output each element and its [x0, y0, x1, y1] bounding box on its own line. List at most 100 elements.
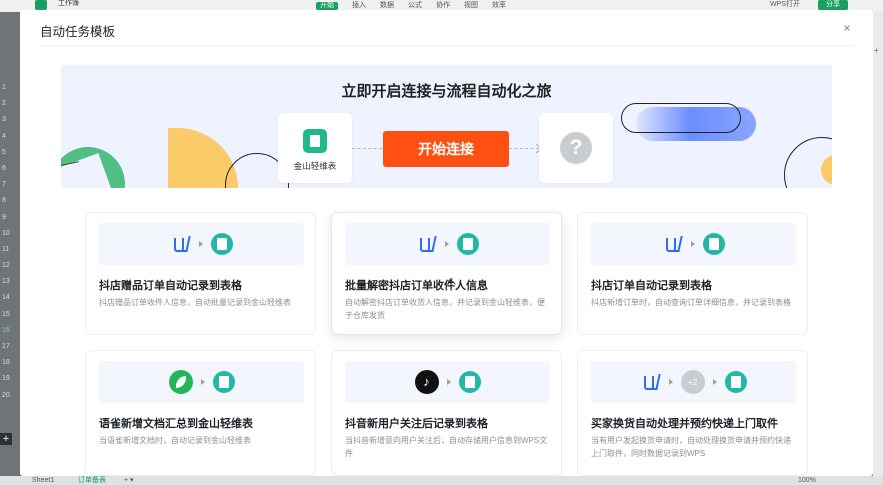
row-number: 16 [2, 326, 10, 334]
modal-header: 自动任务模板 × [20, 10, 873, 46]
row-number: 19 [2, 375, 10, 383]
connector-arrow [509, 148, 539, 149]
card-title: 批量解密抖店订单收件人信息 [345, 280, 488, 292]
menu-item-data[interactable]: 数据 [380, 2, 394, 10]
row-number: 20 [2, 391, 10, 399]
promo-banner: 立即开启连接与流程自动化之旅 金山轻维表 开始连接 ? [61, 65, 832, 188]
card-description: 当有用户发起换货申请时，自动处理换货申请并预约快递上门取件，同时数据记录到WPS [591, 436, 791, 458]
menu-item-formula[interactable]: 公式 [408, 2, 422, 10]
template-card-douyin-gift[interactable]: 抖店赠品订单自动记录到表格 抖店赠品订单收件人信息，自动批量记录到金山轻维表 [85, 212, 316, 335]
menu-item-home[interactable]: 开始 [316, 2, 338, 10]
target-app-node: ? [539, 113, 613, 183]
share-button[interactable]: 分享 [818, 0, 848, 10]
card-flow-area: +2 [591, 361, 796, 403]
card-description: 当抖音新增意向用户关注后，自动存储用户信息到WPS文件 [345, 436, 548, 458]
row-number: 14 [2, 294, 10, 302]
ribbon-menu: 开始 插入 数据 公式 协作 视图 效率 [316, 2, 506, 10]
template-card-exchange-pickup[interactable]: +2 买家换货自动处理并预约快递上门取件 当有用户发起换货申请时，自动处理换货申… [577, 350, 808, 476]
row-number: 9 [2, 213, 6, 221]
app-flow [99, 223, 304, 265]
banner-title: 立即开启连接与流程自动化之旅 [341, 83, 552, 100]
menu-item-insert[interactable]: 插入 [352, 2, 366, 10]
card-description: 自动解密抖店订单收货人信息，并记录到金山轻维表，便于仓库发货 [345, 298, 545, 320]
app-flow [345, 223, 550, 265]
add-icon[interactable]: + [0, 433, 12, 445]
row-number: 5 [2, 148, 6, 156]
template-card-yuque-docs[interactable]: 语雀新增文档汇总到金山轻维表 当语雀新增文档时，自动记录到金山轻维表 [85, 350, 316, 476]
app-flow: ♪ [345, 361, 550, 403]
card-title: 抖店赠品订单自动记录到表格 [99, 280, 242, 292]
arrow-right-icon [444, 241, 449, 247]
document-title: 工作簿 [58, 0, 79, 7]
card-flow-area: ♪ [345, 361, 550, 403]
menu-item-view[interactable]: 视图 [464, 2, 478, 10]
arrow-right-icon [690, 241, 695, 247]
card-title: 买家换货自动处理并预约快递上门取件 [591, 418, 778, 430]
add-sheet-button[interactable]: + ▾ [124, 476, 134, 485]
app-flow [591, 223, 796, 265]
card-title: 抖店订单自动记录到表格 [591, 280, 712, 292]
zoom-level[interactable]: 100% [798, 476, 816, 485]
row-number: 8 [2, 197, 6, 205]
arrow-right-icon [446, 379, 451, 385]
card-flow-area [345, 223, 550, 265]
kingsoft-sheet-icon [303, 129, 327, 153]
row-number: 11 [2, 245, 10, 253]
tiktok-icon: ♪ [414, 370, 439, 394]
kingsoft-sheet-icon [210, 233, 233, 255]
row-number: 15 [2, 310, 10, 318]
row-number: 2 [2, 100, 6, 108]
sheet-tab-bar: Sheet1 订单备表 + ▾ 100% [0, 476, 883, 485]
sheet-tab-orders[interactable]: 订单备表 [78, 476, 106, 485]
yuque-icon [168, 370, 193, 394]
card-flow-area [99, 361, 304, 403]
arrow-right-icon [200, 379, 205, 385]
doudian-icon [171, 234, 191, 254]
row-number: 3 [2, 116, 6, 124]
source-app-node: 金山轻维表 [278, 113, 352, 183]
card-description: 当语雀新增文档时，自动记录到金山轻维表 [99, 436, 251, 445]
kingsoft-sheet-icon [724, 371, 747, 393]
row-number: 6 [2, 164, 6, 172]
card-description: 抖店赠品订单收件人信息，自动批量记录到金山轻维表 [99, 298, 291, 307]
kingsoft-sheet-icon [456, 233, 479, 255]
sheet-tab-sheet1[interactable]: Sheet1 [32, 476, 54, 485]
kingsoft-sheet-icon [702, 233, 725, 255]
expand-icon[interactable]: + [874, 46, 879, 55]
card-title: 语雀新增文档汇总到金山轻维表 [99, 418, 253, 430]
connector-line [352, 148, 382, 149]
template-card-douyin-orders[interactable]: 抖店订单自动记录到表格 抖店新增订单时，自动查询订单详细信息，并记录到表格 [577, 212, 808, 335]
start-connect-button[interactable]: 开始连接 [383, 131, 509, 167]
row-number-column: 1 2 3 4 5 6 7 8 9 10 11 12 13 14 15 16 1… [0, 80, 14, 404]
template-modal: 自动任务模板 × 立即开启连接与流程自动化之旅 金山轻维表 开始连接 ? 抖店赠… [20, 10, 873, 476]
template-card-douyin-followers[interactable]: ♪ 抖音新用户关注后记录到表格 当抖音新增意向用户关注后，自动存储用户信息到WP… [331, 350, 562, 476]
menu-item-collab[interactable]: 协作 [436, 2, 450, 10]
row-number: 18 [2, 359, 10, 367]
menu-item-efficiency[interactable]: 效率 [492, 2, 506, 10]
close-icon[interactable]: × [839, 20, 855, 36]
app-flow [99, 361, 304, 403]
row-number: 7 [2, 181, 6, 189]
right-sidebar: + [873, 12, 883, 476]
card-flow-area [99, 223, 304, 265]
open-in-wps-link[interactable]: WPS打开 [770, 1, 800, 9]
kingsoft-sheet-icon [458, 371, 481, 393]
arrow-right-icon [712, 379, 717, 385]
row-number: 12 [2, 262, 10, 270]
doudian-icon [641, 372, 661, 392]
row-number: 17 [2, 343, 10, 350]
doudian-icon [663, 234, 683, 254]
arrow-right-icon [668, 379, 673, 385]
card-description: 抖店新增订单时，自动查询订单详细信息，并记录到表格 [591, 298, 791, 307]
question-icon: ? [560, 132, 592, 164]
mouse-cursor-icon: ↖ [448, 276, 458, 288]
doudian-icon [417, 234, 437, 254]
template-card-decrypt-orders[interactable]: 批量解密抖店订单收件人信息 自动解密抖店订单收货人信息，并记录到金山轻维表，便于… [331, 212, 562, 335]
arrow-right-icon [198, 241, 203, 247]
more-apps-badge: +2 [680, 370, 705, 394]
decor-outline-pill [621, 103, 741, 133]
modal-title: 自动任务模板 [40, 25, 116, 39]
row-number: 13 [2, 278, 10, 286]
spreadsheet-app-icon [35, 0, 47, 10]
row-number: 4 [2, 132, 6, 140]
